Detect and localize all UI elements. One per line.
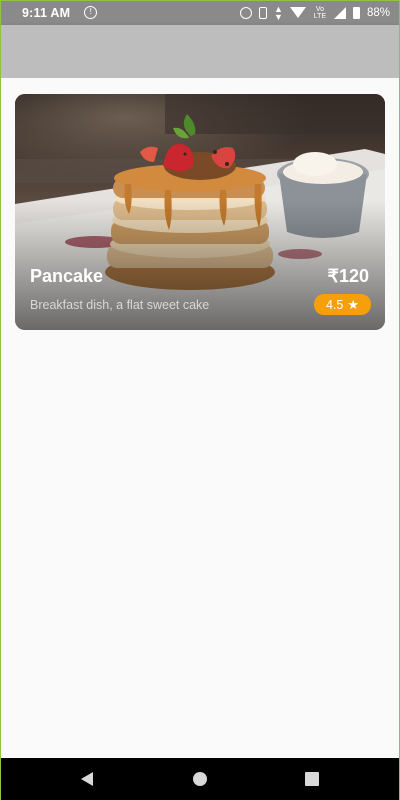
signal-icon [333,6,346,19]
navigation-bar [0,758,400,800]
alarm-icon [240,6,253,19]
battery-icon [352,6,360,19]
volte-icon: Vo LTE [313,5,327,20]
status-icons: ▲ ▼ Vo LTE 88% [240,3,390,22]
food-name: Pancake [30,266,104,286]
wifi-icon [289,7,306,18]
star-icon: ★ [347,297,360,312]
home-icon[interactable] [193,772,207,786]
recents-icon[interactable] [305,772,319,786]
content-area: Pancake ₹120 Breakfast dish, a flat swee… [1,78,399,758]
info-circle-icon: ! [84,6,98,19]
battery-percent: 88% [366,6,390,19]
vibrate-icon [259,6,268,19]
app-bar [1,25,399,78]
back-icon[interactable] [81,772,93,786]
status-time: 9:11 AM [22,5,71,20]
rating-value: 4.5 [325,297,344,312]
data-arrows-icon: ▲ ▼ [274,3,283,22]
rating-badge: 4.5 ★ [314,294,371,315]
food-description: Breakfast dish, a flat sweet cake [30,298,210,312]
food-card[interactable]: Pancake ₹120 Breakfast dish, a flat swee… [15,94,385,330]
food-price: ₹120 [327,266,369,286]
status-bar: 9:11 AM ! ▲ ▼ Vo LTE 88% [0,0,400,25]
